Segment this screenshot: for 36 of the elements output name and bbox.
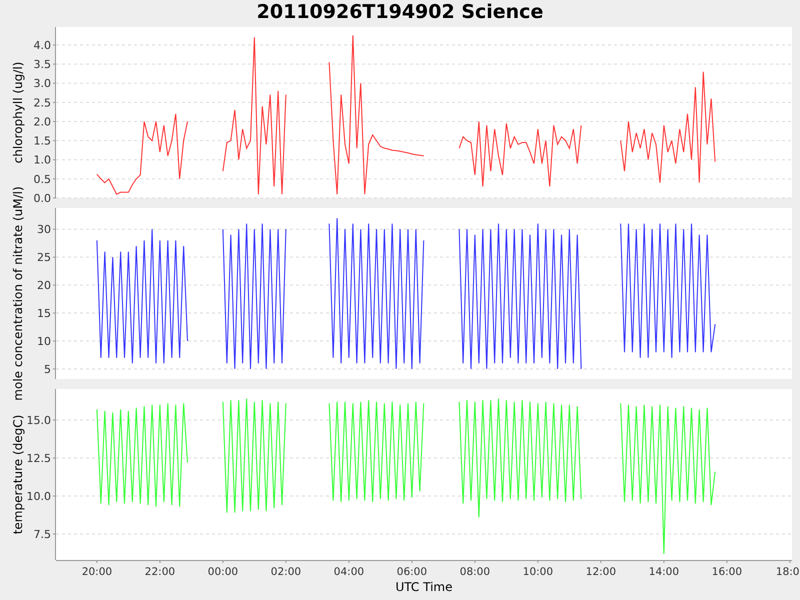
tick-label: 02:00 [270,566,302,578]
tick-label: 25 [37,251,51,264]
tick-label: 10.0 [26,490,51,503]
tick-label: 3.0 [34,77,51,90]
tick-label: 06:00 [396,566,428,578]
tick-label: 15.0 [26,414,51,427]
tick-label: 1.0 [34,154,51,167]
tick-label: 30 [37,223,51,236]
tick-label: 10:00 [522,566,554,578]
tick-label: 12:00 [586,566,616,578]
tick-label: 16:00 [712,566,742,578]
tick-label: 08:00 [460,566,490,578]
tick-label: 0.5 [34,172,51,186]
tick-label: 12.5 [26,452,51,465]
tick-label: 22:00 [144,566,176,578]
tick-label: 14:00 [648,566,680,578]
tick-label: 20:00 [82,566,112,578]
chart-title: 20110926T194902 Science [256,0,544,25]
tick-label: 0.0 [34,192,51,205]
tick-label: 15 [37,307,51,320]
tick-label: 7.5 [34,528,51,541]
tick-label: 5 [44,362,51,376]
axis-label: mole concentration of nitrate (uM/l) [11,186,25,401]
tick-label: 2.5 [34,96,51,110]
tick-label: 04:00 [334,566,364,578]
axis-label: UTC Time [396,580,452,594]
tick-label: 10 [37,335,51,348]
tick-label: 2.0 [34,116,51,128]
axis-label: temperature (degC) [11,414,25,534]
tick-label: 3.5 [34,58,51,72]
tick-label: 4.0 [34,38,51,52]
tick-label: 18:0 [776,566,800,578]
tick-label: 00:00 [208,566,238,578]
axis-label: chlorophyll (ug/l) [11,62,25,164]
tick-label: 1.5 [34,134,51,148]
tick-label: 20 [37,279,51,292]
